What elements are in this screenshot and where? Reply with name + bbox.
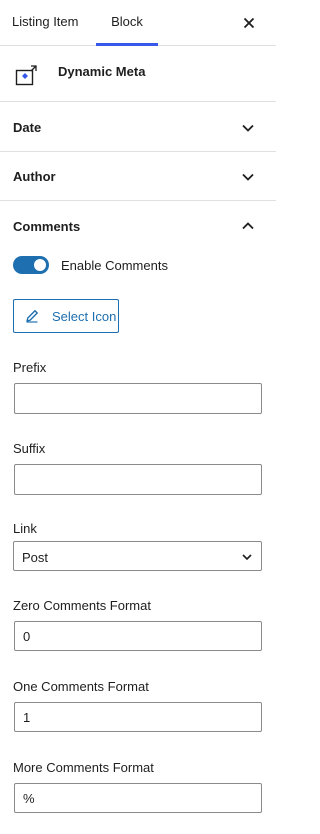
enable-comments-toggle[interactable] <box>13 256 49 274</box>
block-title: Dynamic Meta <box>58 64 146 79</box>
link-select-value: Post <box>22 550 49 565</box>
chevron-down-icon <box>242 124 254 132</box>
zero-comments-format-label: Zero Comments Format <box>13 598 151 613</box>
suffix-label: Suffix <box>13 441 46 456</box>
more-comments-format-input[interactable] <box>14 783 262 813</box>
select-icon-button[interactable]: Select Icon <box>13 299 119 333</box>
panel-comments[interactable]: Comments <box>0 201 276 250</box>
link-label: Link <box>13 521 37 536</box>
tab-listing-item[interactable]: Listing Item <box>12 0 78 46</box>
prefix-input[interactable] <box>14 383 262 414</box>
chevron-down-icon <box>242 554 252 561</box>
zero-comments-format-input[interactable] <box>14 621 262 651</box>
sidebar-tabs: Listing Item Block <box>0 0 276 46</box>
more-comments-format-label: More Comments Format <box>13 760 154 775</box>
chevron-up-icon <box>242 222 254 230</box>
panel-author[interactable]: Author <box>0 152 276 201</box>
block-card: Dynamic Meta <box>0 46 276 102</box>
panel-author-label: Author <box>13 169 56 184</box>
pencil-icon <box>26 310 38 323</box>
panel-date[interactable]: Date <box>0 103 276 152</box>
prefix-label: Prefix <box>13 360 47 375</box>
link-select[interactable]: Post <box>13 541 262 571</box>
enable-comments-label: Enable Comments <box>61 258 168 273</box>
close-button[interactable] <box>236 10 262 36</box>
dynamic-meta-tag-icon <box>15 65 37 86</box>
select-icon-label: Select Icon <box>52 309 117 324</box>
tab-block[interactable]: Block <box>96 0 158 46</box>
one-comments-format-input[interactable] <box>14 702 262 732</box>
panel-comments-label: Comments <box>13 219 81 234</box>
close-icon <box>243 17 255 29</box>
toggle-knob <box>34 259 46 271</box>
chevron-down-icon <box>242 173 254 181</box>
panel-date-label: Date <box>13 120 42 135</box>
one-comments-format-label: One Comments Format <box>13 679 149 694</box>
suffix-input[interactable] <box>14 464 262 495</box>
